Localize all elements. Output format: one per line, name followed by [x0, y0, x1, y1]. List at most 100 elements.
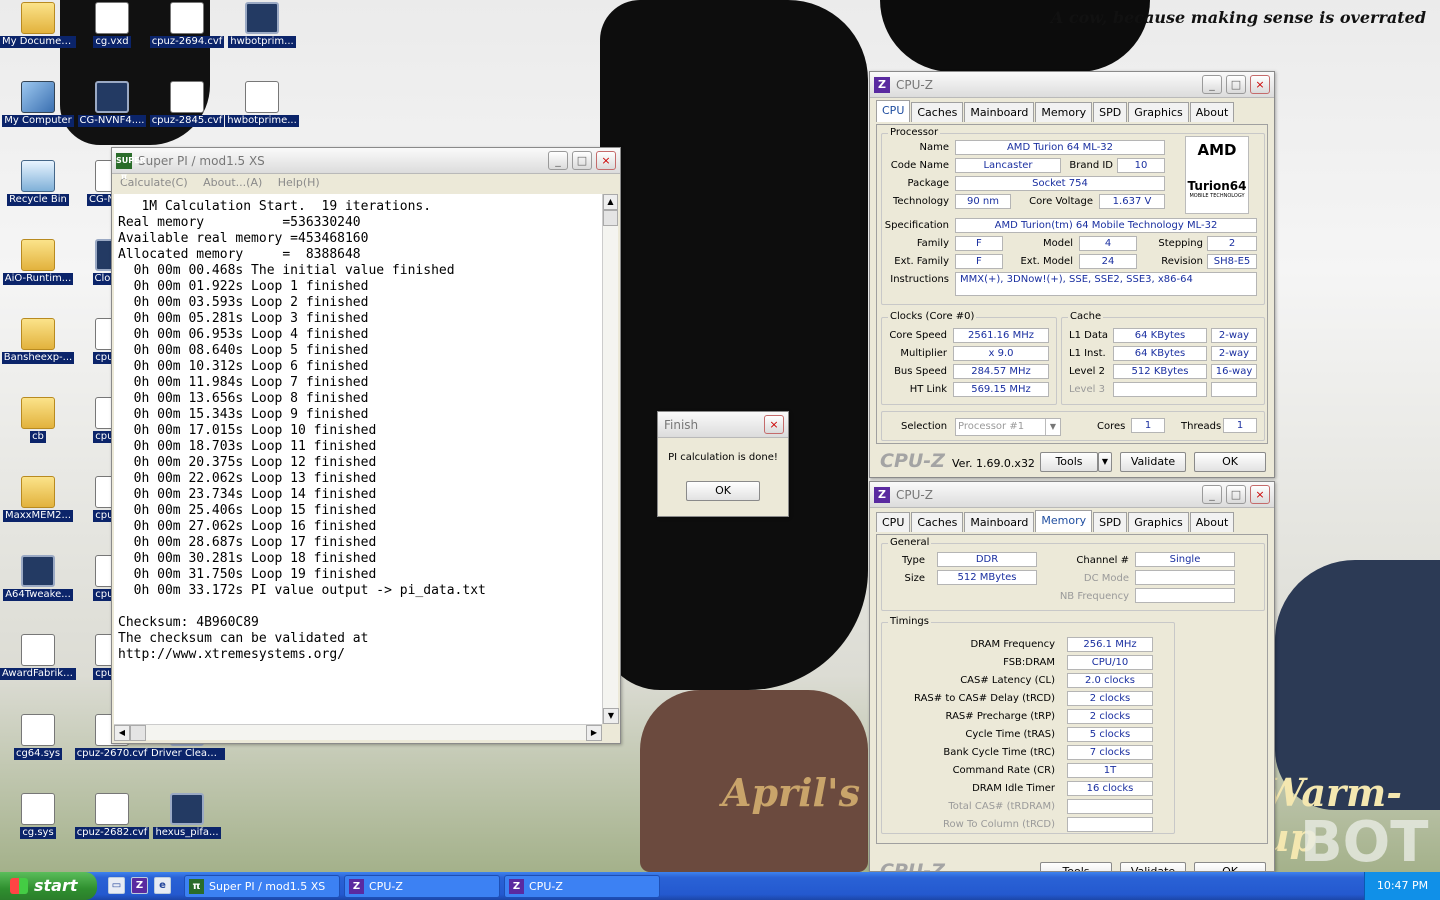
- log-line: 0h 00m 23.734s Loop 14 finished: [118, 487, 377, 502]
- start-button[interactable]: start: [0, 872, 97, 900]
- tab-caches[interactable]: Caches: [911, 512, 964, 532]
- desktop-icon[interactable]: cpuz-2682.cvf: [74, 793, 150, 842]
- cpuz2-tools-button[interactable]: Tools: [1040, 862, 1112, 871]
- minimize-button[interactable]: _: [1202, 75, 1222, 94]
- scroll-up-button[interactable]: ▲: [603, 194, 618, 210]
- desktop-icon[interactable]: AwardFabrik wPrime T...: [0, 634, 76, 683]
- taskbar-cpuz-2[interactable]: Z CPU-Z: [504, 875, 660, 898]
- close-button[interactable]: ×: [596, 151, 616, 170]
- scroll-down-button[interactable]: ▼: [603, 708, 619, 724]
- menu-about[interactable]: About...(A): [203, 176, 262, 189]
- header-line: Real memory =536330240: [118, 215, 361, 230]
- tab-graphics[interactable]: Graphics: [1128, 512, 1189, 532]
- size-value: 512 MBytes: [937, 570, 1037, 585]
- desktop-icon[interactable]: cg.sys: [0, 793, 76, 842]
- desktop-icon[interactable]: AiO-Runtim...: [0, 239, 76, 288]
- horizontal-scrollbar[interactable]: ◀ ▶: [114, 724, 602, 741]
- maximize-button[interactable]: □: [572, 151, 592, 170]
- superpi-logo-icon: SUPER π: [116, 153, 146, 181]
- taskbar: start ▭ Z e π Super PI / mod1.5 XS Z CPU…: [0, 872, 1440, 900]
- desktop-icon[interactable]: My Documents: [0, 2, 76, 51]
- taskbar-superpi[interactable]: π Super PI / mod1.5 XS: [184, 875, 340, 898]
- cpuz1-tabs: CPU Caches Mainboard Memory SPD Graphics About: [876, 100, 1235, 122]
- internet-explorer-icon[interactable]: e: [154, 877, 171, 894]
- family-value: F: [955, 236, 1003, 251]
- tab-mainboard[interactable]: Mainboard: [964, 102, 1035, 122]
- system-tray-clock[interactable]: 10:47 PM: [1364, 872, 1440, 900]
- tools-dropdown-button[interactable]: ▼: [1098, 452, 1112, 472]
- tab-memory[interactable]: Memory: [1035, 510, 1093, 532]
- cpuz2-ok-button[interactable]: OK: [1194, 862, 1266, 871]
- tools-button[interactable]: Tools: [1040, 452, 1098, 472]
- timing-label: RAS# Precharge (tRP): [945, 711, 1055, 722]
- close-button[interactable]: ×: [1250, 75, 1270, 94]
- maximize-button[interactable]: □: [1226, 75, 1246, 94]
- tab-about[interactable]: About: [1189, 512, 1235, 532]
- scroll-left-button[interactable]: ◀: [114, 725, 130, 741]
- header-line: Available real memory =453468160: [118, 231, 369, 246]
- desktop-icon[interactable]: Bansheexp-...: [0, 318, 76, 367]
- desktop-icon[interactable]: hwbotprime...: [224, 81, 300, 130]
- log-line: 0h 00m 28.687s Loop 17 finished: [118, 535, 377, 550]
- busspeed-label: Bus Speed: [894, 366, 947, 377]
- log-line: 0h 00m 15.343s Loop 9 finished: [118, 407, 369, 422]
- tab-mainboard[interactable]: Mainboard: [964, 512, 1035, 532]
- scroll-right-button[interactable]: ▶: [586, 725, 602, 741]
- chevron-down-icon[interactable]: ▼: [1045, 419, 1060, 435]
- desktop-icon[interactable]: cpuz-2845.cvf: [149, 81, 225, 130]
- desktop-icon[interactable]: cb: [0, 397, 76, 446]
- menu-help[interactable]: Help(H): [278, 176, 320, 189]
- finish-titlebar[interactable]: Finish ×: [658, 412, 788, 438]
- tab-cpu[interactable]: CPU: [876, 512, 911, 532]
- superpi-titlebar[interactable]: SUPER π Super PI / mod1.5 XS _ □ ×: [112, 148, 620, 181]
- desktop-icon[interactable]: cg.vxd: [74, 2, 150, 51]
- desktop-icon[interactable]: hwbotprim...: [224, 2, 300, 51]
- desktop-icon[interactable]: MaxxMEM2...: [0, 476, 76, 525]
- cpuz2-validate-button[interactable]: Validate: [1120, 862, 1186, 871]
- maximize-button[interactable]: □: [1226, 485, 1246, 504]
- tab-caches[interactable]: Caches: [911, 102, 964, 122]
- taskbar-cpuz-1[interactable]: Z CPU-Z: [344, 875, 500, 898]
- cpuz2-titlebar[interactable]: Z CPU-Z _ □ ×: [870, 482, 1274, 508]
- scroll-hthumb[interactable]: [130, 725, 146, 741]
- finish-ok-button[interactable]: OK: [686, 481, 760, 501]
- desktop-icon[interactable]: CG-NVNF4....: [74, 81, 150, 130]
- tab-spd[interactable]: SPD: [1093, 512, 1128, 532]
- footer-line: The checksum can be validated at: [118, 631, 369, 646]
- close-button[interactable]: ×: [1250, 485, 1270, 504]
- desktop-icon[interactable]: Recycle Bin: [0, 160, 76, 209]
- menu-calculate[interactable]: Calculate(C): [120, 176, 188, 189]
- desktop-icon[interactable]: hexus_pifa...: [149, 793, 225, 842]
- l1i-way: 2-way: [1211, 346, 1257, 361]
- ok-button[interactable]: OK: [1194, 452, 1266, 472]
- vertical-scrollbar[interactable]: ▲ ▼: [602, 194, 619, 724]
- desktop-icon[interactable]: cg64.sys: [0, 714, 76, 763]
- tab-memory[interactable]: Memory: [1035, 102, 1093, 122]
- show-desktop-icon[interactable]: ▭: [108, 877, 125, 894]
- tab-cpu[interactable]: CPU: [876, 100, 911, 122]
- desktop-icon-label: AiO-Runtim...: [2, 273, 74, 285]
- log-line: 0h 00m 13.656s Loop 8 finished: [118, 391, 369, 406]
- finish-close-button[interactable]: ×: [764, 415, 784, 434]
- validate-button[interactable]: Validate: [1120, 452, 1186, 472]
- desktop-icon-label: My Computer: [2, 115, 74, 127]
- tab-graphics[interactable]: Graphics: [1128, 102, 1189, 122]
- app-icon: [245, 2, 279, 34]
- minimize-button[interactable]: _: [1202, 485, 1222, 504]
- dcmode-label: DC Mode: [1083, 573, 1129, 584]
- scroll-thumb[interactable]: [603, 210, 618, 226]
- tab-about[interactable]: About: [1189, 102, 1235, 122]
- desktop-icon[interactable]: A64Tweake...: [0, 555, 76, 604]
- desktop-icon[interactable]: cpuz-2694.cvf: [149, 2, 225, 51]
- cpuz1-titlebar[interactable]: Z CPU-Z _ □ ×: [870, 72, 1274, 98]
- l1i-label: L1 Inst.: [1069, 348, 1106, 359]
- desktop-icon[interactable]: My Computer: [0, 81, 76, 130]
- log-line: 0h 00m 22.062s Loop 13 finished: [118, 471, 377, 486]
- cpuz-quicklaunch-icon[interactable]: Z: [131, 877, 148, 894]
- log-line: 0h 00m 20.375s Loop 12 finished: [118, 455, 377, 470]
- doc-icon: [21, 714, 55, 746]
- minimize-button[interactable]: _: [548, 151, 568, 170]
- tab-spd[interactable]: SPD: [1093, 102, 1128, 122]
- desktop-icon-label: AwardFabrik wPrime T...: [0, 668, 76, 680]
- doc-icon: [170, 2, 204, 34]
